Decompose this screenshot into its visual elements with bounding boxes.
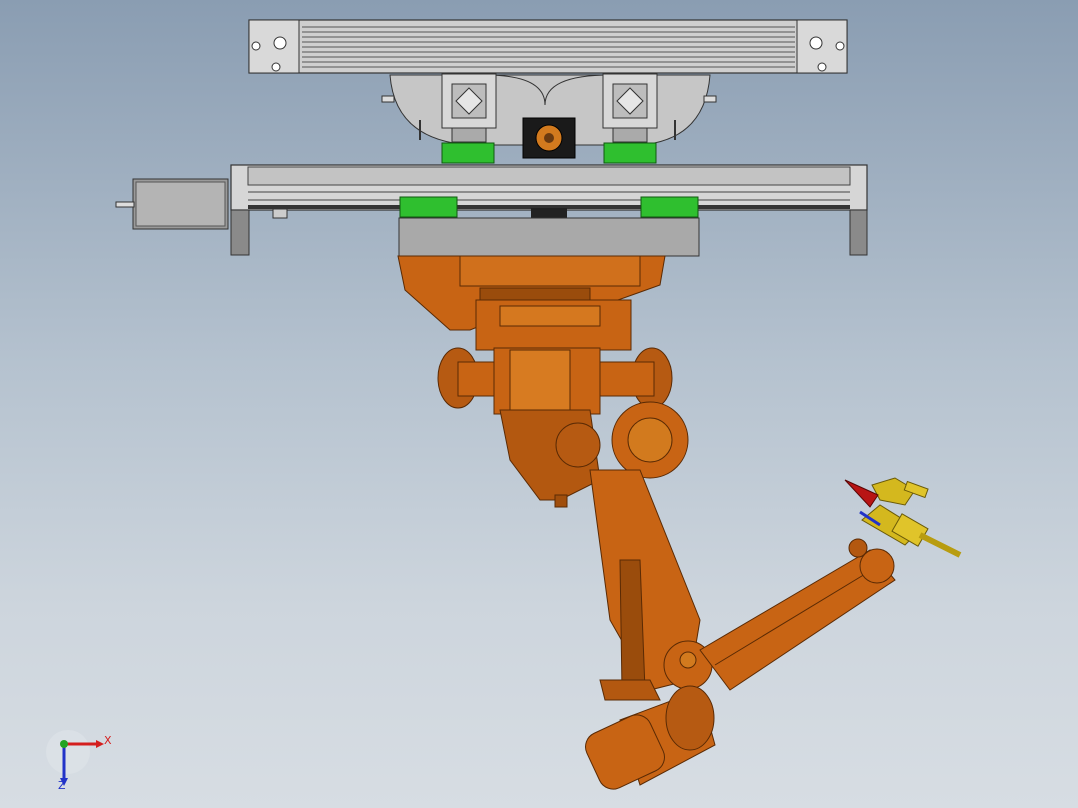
z-axis-label: Z bbox=[58, 779, 66, 792]
top-gantry-beam[interactable] bbox=[248, 19, 848, 74]
coordinate-triad: X Z bbox=[46, 730, 112, 792]
y-axis-dot bbox=[60, 740, 68, 748]
assembly-render: X Z bbox=[46, 19, 962, 794]
cad-viewport[interactable]: X Z bbox=[0, 0, 1078, 808]
robot-arm[interactable] bbox=[397, 255, 896, 794]
middle-linear-axis[interactable] bbox=[115, 164, 868, 257]
upper-carriage[interactable] bbox=[381, 73, 717, 164]
x-axis-label: X bbox=[104, 734, 112, 747]
